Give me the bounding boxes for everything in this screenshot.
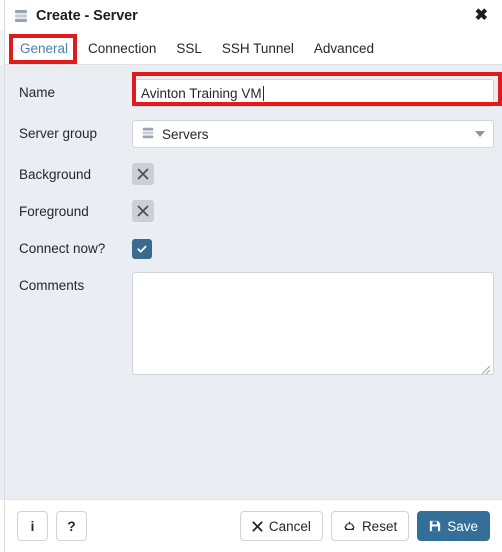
dialog-footer: i ? Cancel Reset Save [5,499,502,552]
server-icon [141,126,155,143]
x-icon [136,167,150,181]
tab-advanced[interactable]: Advanced [304,32,384,64]
floppy-disk-icon [429,520,441,532]
foreground-color-picker[interactable] [132,200,154,222]
foreground-label: Foreground [19,204,89,219]
footer-right-group: Cancel Reset Save [239,511,490,541]
resize-handle-icon[interactable] [481,362,491,375]
chevron-down-icon [475,131,485,137]
field-row-foreground: Foreground [5,198,502,222]
field-row-background: Background [5,161,502,185]
tab-bar: General Connection SSL SSH Tunnel Advanc… [5,32,502,65]
cancel-button-label: Cancel [268,518,311,534]
tab-ssl[interactable]: SSL [166,32,212,64]
server-group-value: Servers [162,126,209,142]
field-row-name: Name Avinton Training VM [5,79,502,107]
close-icon[interactable]: ✖ [471,6,492,26]
text-cursor [262,85,264,101]
footer-left-group: i ? [17,511,87,541]
field-row-server-group: Server group Servers [5,120,502,148]
field-row-comments: Comments [5,272,502,375]
check-icon [136,243,148,255]
server-icon [13,8,29,24]
comments-label: Comments [19,278,85,293]
save-button[interactable]: Save [417,511,490,541]
background-color-picker[interactable] [132,163,154,185]
dialog-titlebar: Create - Server ✖ [5,0,502,32]
server-group-label: Server group [19,126,98,141]
name-input[interactable]: Avinton Training VM [132,79,494,107]
connect-now-checkbox[interactable] [132,239,152,259]
field-row-connect-now: Connect now? [5,235,502,259]
background-label: Background [19,167,92,182]
name-input-value: Avinton Training VM [141,85,262,101]
cancel-button[interactable]: Cancel [239,511,323,541]
help-button[interactable]: ? [56,511,87,541]
x-icon [136,204,150,218]
recycle-icon [343,520,356,533]
tab-connection[interactable]: Connection [78,32,166,64]
name-label: Name [19,85,56,100]
server-group-select[interactable]: Servers [132,120,494,148]
save-button-label: Save [447,518,478,534]
general-tab-panel: Name Avinton Training VM Server group Se… [5,65,502,499]
tab-ssh-tunnel[interactable]: SSH Tunnel [212,32,304,64]
connect-now-label: Connect now? [19,241,106,256]
close-x-icon [252,520,263,532]
comments-textarea[interactable] [132,272,494,375]
create-server-dialog: Create - Server ✖ General Connection SSL… [5,0,502,552]
info-button[interactable]: i [17,511,48,541]
reset-button[interactable]: Reset [330,511,410,541]
dialog-title: Create - Server [36,8,138,24]
reset-button-label: Reset [361,518,398,534]
tab-general[interactable]: General [10,32,78,64]
